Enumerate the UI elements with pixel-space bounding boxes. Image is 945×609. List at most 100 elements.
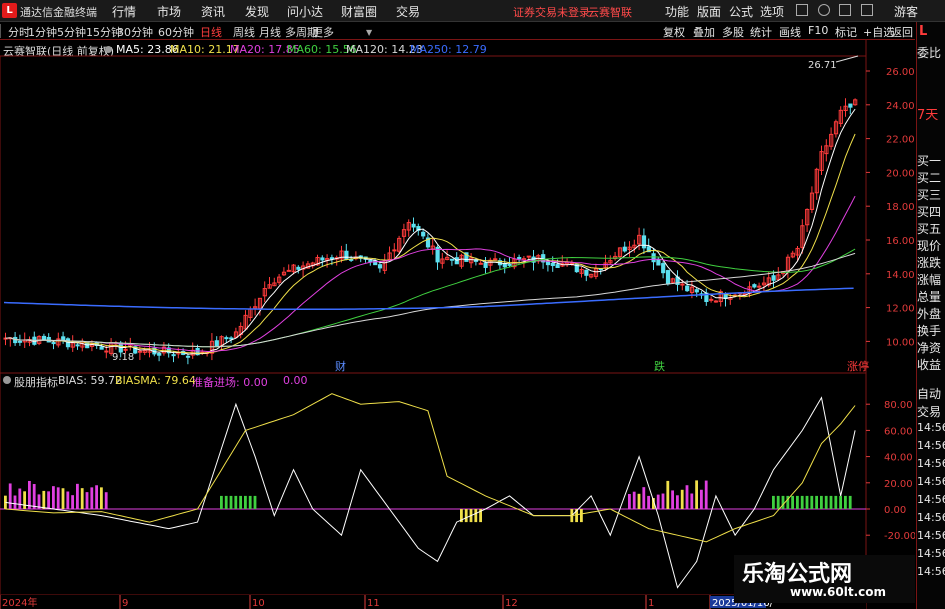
indicator-bar bbox=[642, 487, 646, 509]
price-axis-label: 18.00 bbox=[886, 202, 915, 213]
sidebar-weibi: 委比 bbox=[917, 46, 942, 60]
indicator-bar bbox=[474, 509, 478, 523]
candle-body bbox=[641, 235, 647, 249]
indicator-bar bbox=[848, 495, 852, 509]
indicator-bar bbox=[824, 495, 828, 509]
indicator-bar bbox=[656, 494, 660, 509]
menu-layout[interactable]: 版面 bbox=[697, 3, 721, 20]
search-icon[interactable] bbox=[818, 4, 830, 16]
event-label-1[interactable]: 跌 bbox=[654, 359, 665, 373]
candle-body bbox=[752, 284, 757, 288]
candle-body bbox=[392, 249, 397, 252]
grid-icon[interactable] bbox=[839, 4, 851, 16]
candle-body bbox=[483, 262, 488, 268]
stock-notice[interactable]: 云赛智联 bbox=[588, 4, 632, 20]
indicator-bar bbox=[800, 495, 804, 509]
candle-body bbox=[771, 275, 776, 281]
indicator-bar bbox=[690, 493, 694, 509]
indicator-bar bbox=[680, 489, 684, 509]
period-tab-0[interactable]: 分时 bbox=[8, 24, 30, 40]
ind-axis-label: 40.00 bbox=[884, 453, 913, 464]
sidebar-time-1: 14:56 bbox=[917, 439, 945, 452]
event-label-2[interactable]: 涨停 bbox=[847, 359, 869, 373]
message-icon[interactable] bbox=[861, 4, 873, 16]
candle-body bbox=[622, 246, 627, 252]
indicator-bar bbox=[13, 495, 17, 509]
menu-quotes[interactable]: 行情 bbox=[112, 3, 136, 20]
watermark-title: 乐淘公式网 bbox=[742, 562, 853, 587]
period-tab-7[interactable]: 周线 bbox=[233, 24, 255, 40]
user-label[interactable]: 游客 bbox=[894, 3, 918, 20]
period-tab-1[interactable]: 1分钟 bbox=[28, 24, 57, 40]
sidebar-trade: 交易 bbox=[917, 405, 942, 419]
candle-body bbox=[449, 258, 455, 261]
indicator-bar bbox=[56, 487, 60, 509]
tool-button-2[interactable]: 多股 bbox=[722, 24, 744, 40]
candle-body bbox=[104, 350, 109, 353]
indicator-bar bbox=[42, 490, 46, 509]
tool-button-6[interactable]: 标记 bbox=[835, 24, 857, 40]
window-icon[interactable] bbox=[796, 4, 808, 16]
tool-button-1[interactable]: 叠加 bbox=[693, 24, 715, 40]
indicator-bar bbox=[815, 495, 818, 509]
indicator-bar bbox=[71, 495, 74, 509]
tool-button-7[interactable]: +自选 bbox=[863, 24, 894, 40]
candle-body bbox=[296, 266, 301, 270]
candle-body bbox=[344, 250, 349, 260]
sidebar-quote-2: 买三 bbox=[917, 188, 942, 202]
more-chevron-icon[interactable]: ▼ bbox=[366, 28, 372, 37]
sidebar-quote-3: 买四 bbox=[917, 205, 942, 219]
sidebar-quote-0: 买一 bbox=[917, 154, 942, 168]
period-tab-5[interactable]: 60分钟 bbox=[158, 24, 194, 40]
period-tab-8[interactable]: 月线 bbox=[259, 24, 281, 40]
app-title: 通达信金融终端 bbox=[20, 6, 97, 19]
menu-ask[interactable]: 问小达 bbox=[287, 3, 323, 20]
menu-wealth[interactable]: 财富圈 bbox=[341, 3, 377, 20]
event-label-0[interactable]: 财 bbox=[335, 359, 346, 373]
indicator-bar bbox=[700, 489, 703, 509]
tool-button-3[interactable]: 统计 bbox=[750, 24, 772, 40]
date-axis-label: 12 bbox=[505, 598, 518, 609]
menu-news[interactable]: 资讯 bbox=[201, 3, 225, 20]
candle-body bbox=[584, 269, 589, 276]
period-tab-10[interactable]: 更多 bbox=[312, 24, 334, 40]
tool-button-5[interactable]: F10 bbox=[808, 24, 828, 37]
sidebar-time-7: 14:56 bbox=[917, 547, 945, 560]
menu-function[interactable]: 功能 bbox=[665, 3, 689, 20]
period-tab-2[interactable]: 5分钟 bbox=[57, 24, 86, 40]
tool-button-0[interactable]: 复权 bbox=[663, 24, 685, 40]
ma-line-10 bbox=[5, 133, 856, 354]
candle-body bbox=[171, 354, 176, 357]
tool-button-4[interactable]: 画线 bbox=[779, 24, 801, 40]
menu-options[interactable]: 选项 bbox=[760, 3, 784, 20]
date-axis-label: 10 bbox=[252, 598, 265, 609]
menu-market[interactable]: 市场 bbox=[157, 3, 181, 20]
indicator-bar bbox=[18, 488, 22, 509]
period-tab-4[interactable]: 30分钟 bbox=[117, 24, 153, 40]
candle-body bbox=[694, 289, 699, 293]
indicator-bar bbox=[61, 488, 65, 509]
login-notice[interactable]: 证券交易未登录 bbox=[513, 4, 590, 20]
bias-line bbox=[5, 396, 856, 589]
sidebar-time-5: 14:56 bbox=[917, 511, 945, 524]
high-price-label: 26.71 bbox=[808, 60, 837, 71]
price-axis-label: 10.00 bbox=[886, 337, 915, 348]
indicator-bar bbox=[676, 495, 679, 509]
sidebar-time-2: 14:56 bbox=[917, 457, 945, 470]
menu-discover[interactable]: 发现 bbox=[245, 3, 269, 20]
period-tab-6[interactable]: 日线 bbox=[200, 24, 222, 40]
candles bbox=[3, 98, 858, 365]
indicator-bar bbox=[66, 491, 70, 509]
candle-body bbox=[286, 269, 291, 272]
indicator-bar bbox=[776, 495, 780, 509]
tool-button-8[interactable]: 返回 bbox=[891, 24, 913, 40]
indicator-bar bbox=[100, 487, 103, 509]
candle-body bbox=[651, 253, 656, 263]
sidebar-quote-11: 净资 bbox=[917, 341, 942, 355]
candle-body bbox=[680, 283, 685, 286]
menu-formula[interactable]: 公式 bbox=[729, 3, 753, 20]
candle-body bbox=[320, 257, 325, 261]
chart-area[interactable]: 26.00 24.00 22.00 20.00 18.00 16.00 14.00 12.00… bbox=[0, 40, 915, 609]
menu-trade[interactable]: 交易 bbox=[396, 3, 420, 20]
candle-body bbox=[713, 300, 719, 303]
